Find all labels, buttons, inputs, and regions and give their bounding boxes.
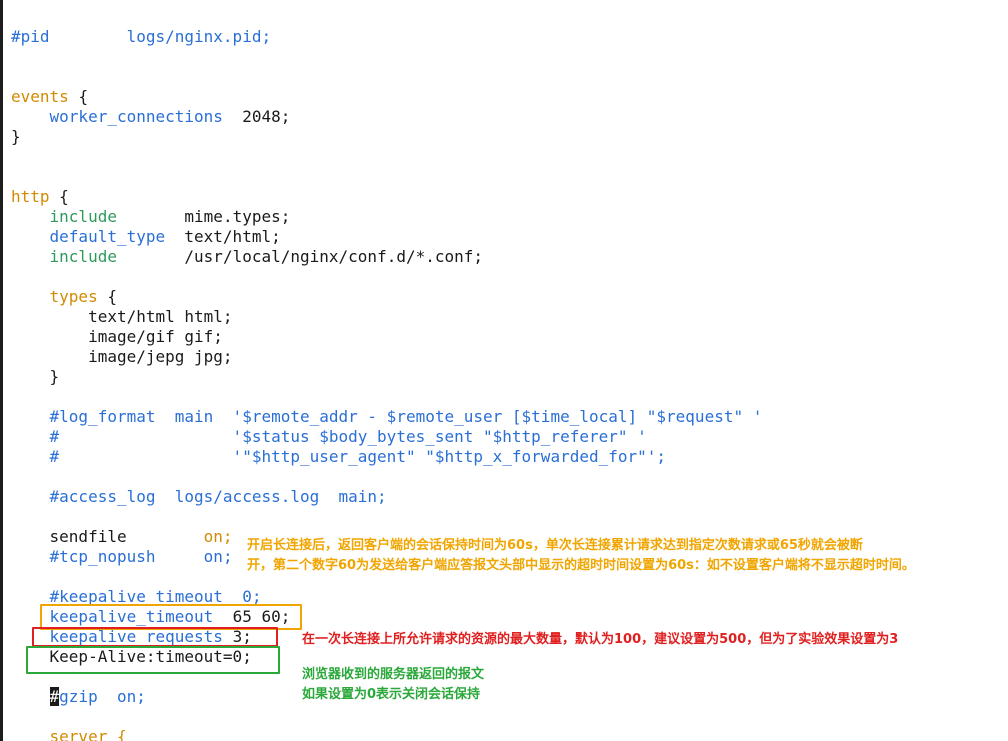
events-open-brace: { bbox=[78, 87, 89, 106]
types-close-brace: } bbox=[49, 367, 60, 386]
red-note: 在一次长连接上所允许请求的资源的最大数量，默认为100，建议设置为500，但为了… bbox=[302, 632, 899, 647]
types-open-brace: { bbox=[107, 287, 117, 306]
terminal-left-border bbox=[0, 0, 3, 741]
pid-comment: #pid bbox=[11, 27, 50, 46]
code-line-pid: #pid logs/nginx.pid; bbox=[11, 27, 271, 47]
code-line-events-close: } bbox=[11, 127, 21, 147]
sendfile-value: on; bbox=[203, 527, 233, 546]
http-keyword: http bbox=[11, 187, 50, 206]
code-line-log-format-1: #log_format main '$remote_addr - $remote… bbox=[11, 407, 763, 427]
code-line-types: types { bbox=[11, 287, 117, 307]
green-note-line-1: 浏览器收到的服务器返回的报文 bbox=[302, 667, 485, 682]
log-format-line-1: #log_format main '$remote_addr - $remote… bbox=[49, 407, 763, 426]
keepalive-requests-highlight-box bbox=[32, 627, 278, 647]
code-line-access-log: #access_log logs/access.log main; bbox=[11, 487, 387, 507]
text-cursor[interactable]: # bbox=[49, 687, 60, 706]
log-format-line-3: # '"$http_user_agent" "$http_x_forwarded… bbox=[49, 447, 667, 466]
code-line-server: server { bbox=[11, 727, 127, 741]
code-line-types-gif: image/gif gif; bbox=[11, 327, 223, 347]
log-format-line-2: # '$status $body_bytes_sent "$http_refer… bbox=[49, 427, 647, 446]
include-keyword-2: include bbox=[49, 247, 117, 266]
terminal-window[interactable]: #pid logs/nginx.pid; events { worker_con… bbox=[0, 0, 1008, 741]
code-line-http: http { bbox=[11, 187, 69, 207]
sendfile-keyword: sendfile bbox=[49, 527, 127, 546]
default-type-value: text/html; bbox=[184, 227, 281, 246]
types-gif: image/gif gif; bbox=[88, 327, 223, 346]
events-keyword: events bbox=[11, 87, 69, 106]
tcp-nopush-comment: #tcp_nopush bbox=[49, 547, 156, 566]
code-line-gzip: #gzip on; bbox=[11, 687, 146, 707]
code-line-events: events { bbox=[11, 87, 88, 107]
code-line-worker-connections: worker_connections 2048; bbox=[11, 107, 291, 127]
code-line-types-jpg: image/jepg jpg; bbox=[11, 347, 233, 367]
gzip-comment: gzip on; bbox=[59, 687, 146, 706]
orange-note-line-2: 开，第二个数字60为发送给客户端应答报文头部中显示的超时时间设置为60s：如不设… bbox=[247, 558, 915, 573]
code-line-types-close: } bbox=[11, 367, 60, 387]
include-keyword: include bbox=[49, 207, 117, 226]
events-close-brace: } bbox=[11, 127, 21, 146]
code-line-types-html: text/html html; bbox=[11, 307, 233, 327]
server-keyword: server { bbox=[49, 727, 127, 741]
orange-note-line-1: 开启长连接后，返回客户端的会话保持时间为60s，单次长连接累计请求达到指定次数请… bbox=[247, 538, 863, 553]
http-open-brace: { bbox=[59, 187, 69, 206]
include-mime-value: mime.types; bbox=[184, 207, 291, 226]
code-line-tcp-nopush: #tcp_nopush on; bbox=[11, 547, 233, 567]
include-conf-value: /usr/local/nginx/conf.d/*.conf; bbox=[184, 247, 484, 266]
types-html: text/html html; bbox=[88, 307, 233, 326]
code-line-log-format-3: # '"$http_user_agent" "$http_x_forwarded… bbox=[11, 447, 667, 467]
code-line-default-type: default_type text/html; bbox=[11, 227, 281, 247]
types-keyword: types bbox=[49, 287, 98, 306]
worker-connections-keyword: worker_connections bbox=[49, 107, 223, 126]
code-line-sendfile: sendfile on; bbox=[11, 527, 233, 547]
default-type-keyword: default_type bbox=[49, 227, 166, 246]
access-log-comment: #access_log logs/access.log main; bbox=[49, 487, 387, 506]
worker-connections-value: 2048; bbox=[242, 107, 291, 126]
types-jpg: image/jepg jpg; bbox=[88, 347, 233, 366]
green-note-line-2: 如果设置为0表示关闭会话保持 bbox=[302, 687, 481, 702]
code-line-include-mime: include mime.types; bbox=[11, 207, 291, 227]
keep-alive-header-highlight-box bbox=[26, 646, 280, 674]
code-line-include-conf: include /usr/local/nginx/conf.d/*.conf; bbox=[11, 247, 484, 267]
code-line-log-format-2: # '$status $body_bytes_sent "$http_refer… bbox=[11, 427, 647, 447]
tcp-nopush-value: on; bbox=[203, 547, 233, 566]
pid-value: logs/nginx.pid; bbox=[126, 27, 272, 46]
